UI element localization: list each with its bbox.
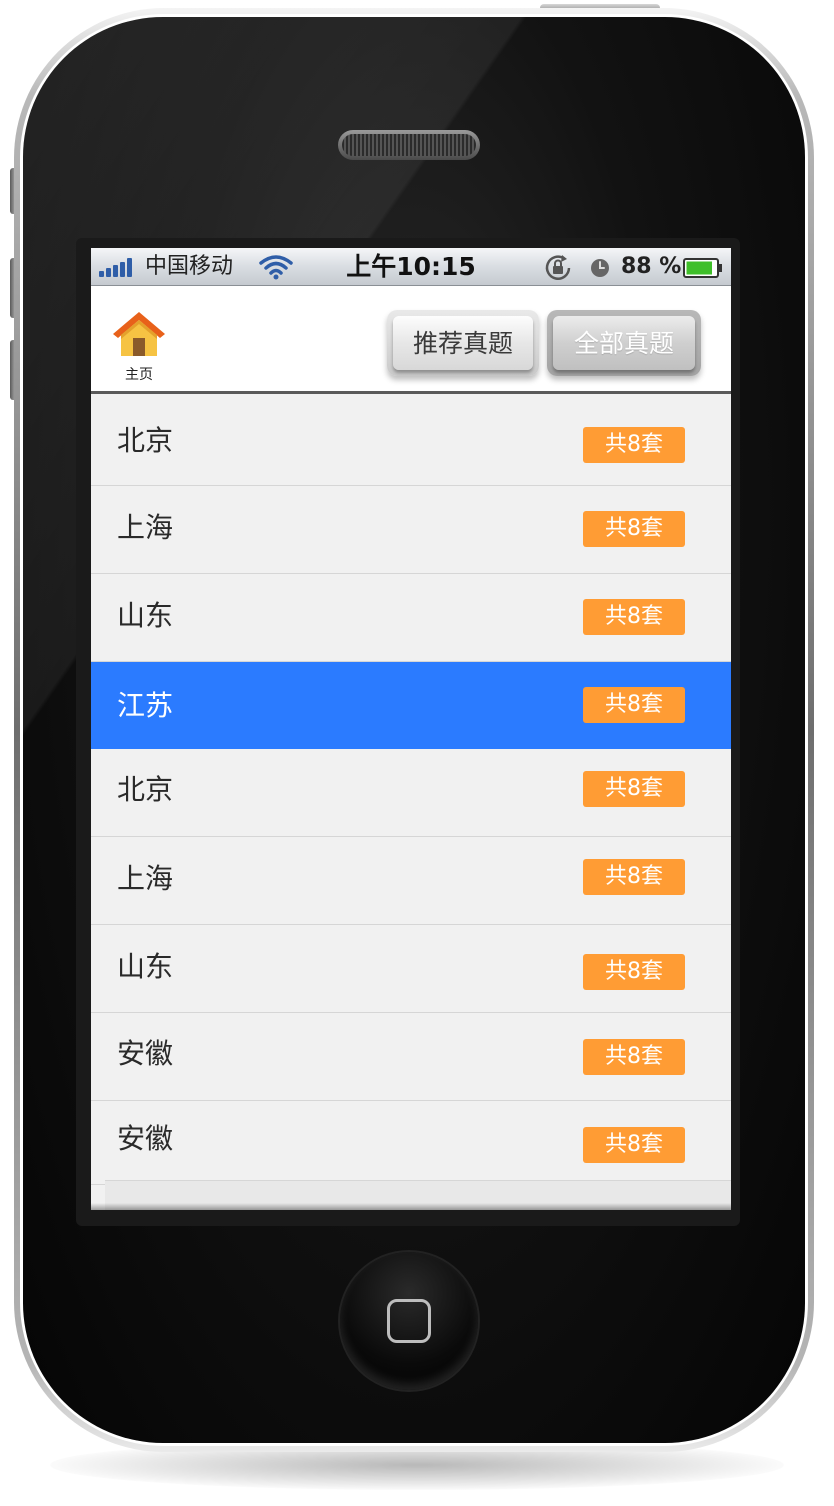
- list-item[interactable]: 上海 共8套: [91, 486, 731, 574]
- tab-recommended-exams-label: 推荐真题: [393, 316, 533, 370]
- list-item[interactable]: 山东 共8套: [91, 925, 731, 1013]
- list-item[interactable]: 北京 共8套: [91, 749, 731, 837]
- battery-percent: 88 %: [621, 254, 682, 279]
- count-badge: 共8套: [583, 687, 685, 723]
- list-item-name: 上海: [117, 511, 174, 544]
- screen: 中国移动 上午10:15 88 % 主页 推荐真题 全部真题 北京 共8套 上海…: [91, 248, 731, 1210]
- list-item[interactable]: 北京 共8套: [91, 397, 731, 486]
- tab-all-exams[interactable]: 全部真题: [547, 310, 701, 376]
- list-item[interactable]: 安徽 共8套: [91, 1013, 731, 1101]
- list-item-name: 上海: [117, 862, 174, 895]
- list-item[interactable]: 山东 共8套: [91, 574, 731, 662]
- count-badge: 共8套: [583, 1039, 685, 1075]
- count-badge: 共8套: [583, 427, 685, 463]
- list-item-name: 安徽: [117, 1037, 174, 1070]
- tab-recommended-exams[interactable]: 推荐真题: [387, 310, 539, 376]
- home-button-square-icon: [387, 1299, 431, 1343]
- home-button[interactable]: [340, 1252, 478, 1390]
- home-nav-button[interactable]: 主页: [109, 308, 169, 388]
- list-item-name: 江苏: [117, 689, 174, 722]
- status-bar: 中国移动 上午10:15 88 %: [91, 248, 731, 286]
- battery-icon: [683, 258, 722, 278]
- count-badge: 共8套: [583, 954, 685, 990]
- count-badge: 共8套: [583, 771, 685, 807]
- speaker-grille: [342, 134, 476, 156]
- home-label: 主页: [125, 367, 153, 383]
- list-item-name: 山东: [117, 599, 174, 632]
- list-item-name: 山东: [117, 950, 174, 983]
- list-item[interactable]: 上海 共8套: [91, 837, 731, 925]
- app-header: 主页 推荐真题 全部真题: [91, 286, 731, 394]
- list-item-name: 北京: [117, 773, 174, 806]
- count-badge: 共8套: [583, 599, 685, 635]
- list-item[interactable]: 安徽 共8套: [91, 1101, 731, 1185]
- count-badge: 共8套: [583, 511, 685, 547]
- house-icon: [113, 312, 165, 356]
- tab-all-exams-label: 全部真题: [553, 316, 695, 370]
- list-item-name: 北京: [117, 424, 174, 457]
- earpiece-speaker: [338, 130, 480, 160]
- list-item-name: 安徽: [117, 1122, 174, 1155]
- count-badge: 共8套: [583, 859, 685, 895]
- province-list: 北京 共8套 上海 共8套 山东 共8套 江苏 共8套 北京 共8套 上海 共8…: [91, 397, 731, 1185]
- rotation-lock-icon: [545, 255, 571, 280]
- alarm-icon: [591, 259, 609, 277]
- count-badge: 共8套: [583, 1127, 685, 1163]
- screen-edge-shadow: [91, 1203, 731, 1210]
- list-item-selected[interactable]: 江苏 共8套: [91, 662, 731, 749]
